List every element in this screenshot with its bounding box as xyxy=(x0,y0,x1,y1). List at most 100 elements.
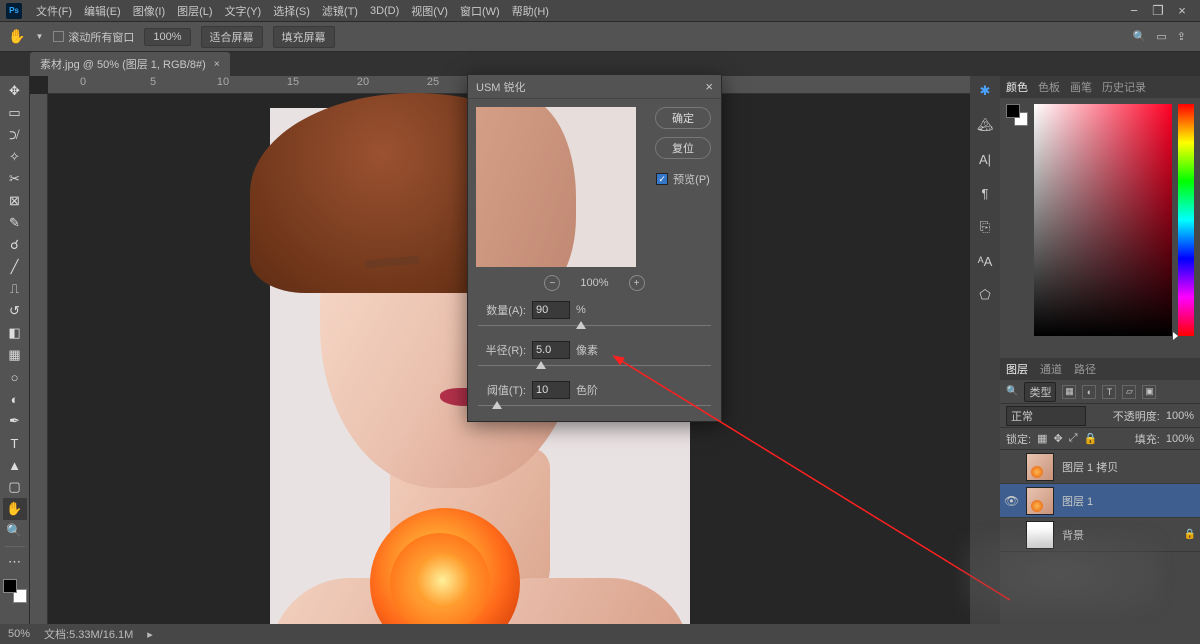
window-close-icon[interactable]: × xyxy=(1170,3,1194,18)
menu-select[interactable]: 选择(S) xyxy=(267,3,316,19)
lasso-tool-icon[interactable]: ⟉ xyxy=(3,124,27,146)
lock-all-icon[interactable]: 🔒 xyxy=(1084,432,1098,445)
frame-tool-icon[interactable]: ⊠ xyxy=(3,190,27,212)
status-chevron-icon[interactable]: ▸ xyxy=(147,628,153,641)
tab-close-icon[interactable]: × xyxy=(214,59,220,70)
fill-value[interactable]: 100% xyxy=(1166,433,1194,445)
dodge-tool-icon[interactable]: ◐ xyxy=(3,388,27,410)
chevron-down-icon[interactable]: ▼ xyxy=(35,32,43,41)
share-icon[interactable]: ⇪ xyxy=(1177,30,1186,43)
color-mini-swatch[interactable] xyxy=(1006,104,1028,126)
3d-icon[interactable]: ⬠ xyxy=(974,284,996,306)
menu-file[interactable]: 文件(F) xyxy=(30,3,78,19)
amount-slider[interactable] xyxy=(478,321,711,331)
gradient-tool-icon[interactable]: ▦ xyxy=(3,344,27,366)
menu-help[interactable]: 帮助(H) xyxy=(506,3,555,19)
filter-smart-icon[interactable]: ▣ xyxy=(1142,385,1156,399)
filter-type-icon[interactable]: T xyxy=(1102,385,1116,399)
menu-edit[interactable]: 编辑(E) xyxy=(78,3,127,19)
window-minimize-icon[interactable]: − xyxy=(1122,3,1146,18)
usm-sharpen-dialog[interactable]: USM 锐化 × 确定 复位 ✓预览(P) − 100% + 数量(A): % … xyxy=(467,74,722,422)
tab-paths[interactable]: 路径 xyxy=(1074,361,1096,377)
paragraph-icon[interactable]: ¶ xyxy=(974,182,996,204)
blend-mode-select[interactable]: 正常 xyxy=(1006,406,1086,426)
dialog-close-icon[interactable]: × xyxy=(705,79,713,94)
visibility-toggle[interactable]: 👁 xyxy=(1004,494,1018,508)
preview-checkbox[interactable]: ✓预览(P) xyxy=(656,171,710,187)
edit-toolbar-icon[interactable]: ⋯ xyxy=(3,551,27,573)
brush-tool-icon[interactable]: ╱ xyxy=(3,256,27,278)
dialog-titlebar[interactable]: USM 锐化 × xyxy=(468,75,721,99)
ok-button[interactable]: 确定 xyxy=(655,107,711,129)
menu-layer[interactable]: 图层(L) xyxy=(171,3,218,19)
eyedropper-tool-icon[interactable]: ✎ xyxy=(3,212,27,234)
zoom-out-icon[interactable]: − xyxy=(544,275,560,291)
radius-input[interactable] xyxy=(532,341,570,359)
eraser-tool-icon[interactable]: ◧ xyxy=(3,322,27,344)
type-tool-icon[interactable]: T xyxy=(3,432,27,454)
pen-tool-icon[interactable]: ✒ xyxy=(3,410,27,432)
clone-tool-icon[interactable]: ⎍ xyxy=(3,278,27,300)
threshold-slider[interactable] xyxy=(478,401,711,411)
menu-type[interactable]: 文字(Y) xyxy=(219,3,268,19)
healing-tool-icon[interactable]: ☌ xyxy=(3,234,27,256)
menu-window[interactable]: 窗口(W) xyxy=(454,3,506,19)
dialog-preview[interactable] xyxy=(476,107,636,267)
color-swatch[interactable] xyxy=(3,579,27,603)
lock-pixels-icon[interactable]: ▦ xyxy=(1037,432,1047,445)
tab-color[interactable]: 颜色 xyxy=(1006,79,1028,95)
color-field[interactable] xyxy=(1034,104,1172,336)
character-icon[interactable]: A| xyxy=(974,148,996,170)
hand-tool-icon[interactable]: ✋ xyxy=(3,498,27,520)
search-icon[interactable]: 🔍 xyxy=(1133,30,1147,43)
layer-thumbnail[interactable] xyxy=(1026,453,1054,481)
menu-3d[interactable]: 3D(D) xyxy=(364,5,405,17)
crop-tool-icon[interactable]: ✂ xyxy=(3,168,27,190)
menu-view[interactable]: 视图(V) xyxy=(405,3,454,19)
color-icon[interactable]: ✱ xyxy=(974,80,996,102)
hue-slider[interactable] xyxy=(1178,104,1194,336)
amount-input[interactable] xyxy=(532,301,570,319)
layer-name[interactable]: 图层 1 xyxy=(1062,493,1093,509)
tab-brushes[interactable]: 画笔 xyxy=(1070,79,1092,95)
path-select-tool-icon[interactable]: ▲ xyxy=(3,454,27,476)
history-brush-tool-icon[interactable]: ↺ xyxy=(3,300,27,322)
adjustments-icon[interactable]: 🏔 xyxy=(974,114,996,136)
move-tool-icon[interactable]: ✥ xyxy=(3,80,27,102)
opacity-value[interactable]: 100% xyxy=(1166,410,1194,422)
menu-image[interactable]: 图像(I) xyxy=(127,3,171,19)
blur-tool-icon[interactable]: ○ xyxy=(3,366,27,388)
zoom-100-button[interactable]: 100% xyxy=(144,28,190,46)
window-restore-icon[interactable]: ❐ xyxy=(1146,3,1170,19)
lock-nesting-icon[interactable]: ⤢ xyxy=(1069,432,1078,445)
zoom-tool-icon[interactable]: 🔍 xyxy=(3,520,27,542)
workspace-icon[interactable]: ▭ xyxy=(1156,30,1166,43)
fill-screen-button[interactable]: 填充屏幕 xyxy=(273,26,335,48)
magic-wand-tool-icon[interactable]: ✧ xyxy=(3,146,27,168)
layer-row[interactable]: 👁 图层 1 xyxy=(1000,484,1200,518)
zoom-in-icon[interactable]: + xyxy=(629,275,645,291)
tab-history[interactable]: 历史记录 xyxy=(1102,79,1146,95)
tab-swatches[interactable]: 色板 xyxy=(1038,79,1060,95)
document-tab[interactable]: 素材.jpg @ 50% (图层 1, RGB/8#) × xyxy=(30,52,230,76)
layer-row[interactable]: 图层 1 拷贝 xyxy=(1000,450,1200,484)
menu-filter[interactable]: 滤镜(T) xyxy=(316,3,364,19)
layer-thumbnail[interactable] xyxy=(1026,487,1054,515)
filter-pixel-icon[interactable]: ▦ xyxy=(1062,385,1076,399)
filter-search-icon[interactable]: 🔍 xyxy=(1006,386,1018,397)
tab-channels[interactable]: 通道 xyxy=(1040,361,1062,377)
reset-button[interactable]: 复位 xyxy=(655,137,711,159)
radius-slider[interactable] xyxy=(478,361,711,371)
filter-adjust-icon[interactable]: ◐ xyxy=(1082,385,1096,399)
fit-screen-button[interactable]: 适合屏幕 xyxy=(201,26,263,48)
lock-position-icon[interactable]: ✥ xyxy=(1053,432,1062,445)
layer-name[interactable]: 图层 1 拷贝 xyxy=(1062,459,1118,475)
glyphs-icon[interactable]: ⎘ xyxy=(974,216,996,238)
styles-icon[interactable]: ᴬA xyxy=(974,250,996,272)
filter-shape-icon[interactable]: ▱ xyxy=(1122,385,1136,399)
scroll-all-checkbox[interactable]: 滚动所有窗口 xyxy=(53,29,134,45)
filter-kind-select[interactable]: 类型 xyxy=(1024,382,1056,402)
threshold-input[interactable] xyxy=(532,381,570,399)
tab-layers[interactable]: 图层 xyxy=(1006,361,1028,377)
shape-tool-icon[interactable]: ▢ xyxy=(3,476,27,498)
